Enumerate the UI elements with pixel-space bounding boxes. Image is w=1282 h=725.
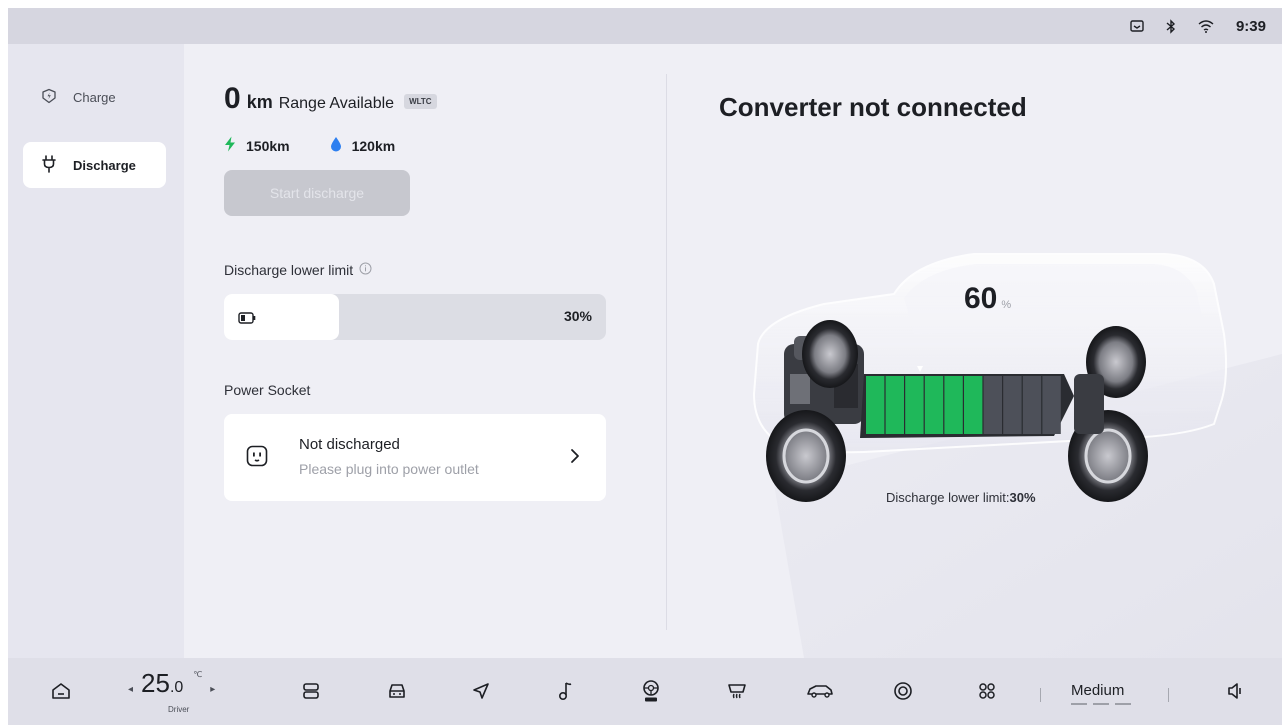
- rear-defrost-icon[interactable]: [724, 676, 750, 706]
- fuel-range: 120km: [351, 137, 396, 154]
- battery-percent-unit: %: [1001, 299, 1012, 311]
- converter-status-title: Converter not connected: [719, 92, 1027, 122]
- car-limit-value: 30%: [1009, 490, 1036, 505]
- dock-separator: [1168, 688, 1169, 702]
- battery-cell-empty: [983, 376, 1002, 434]
- front-wheel: [766, 410, 846, 502]
- car-icon[interactable]: [384, 676, 410, 706]
- screen: 9:39 Charge Discharge 0 km Range Availab…: [8, 8, 1282, 725]
- battery-cell-charged: [905, 376, 924, 434]
- battery-cell-empty: [1022, 376, 1042, 434]
- socket-status-subtitle: Please plug into power outlet: [299, 461, 479, 477]
- home-icon[interactable]: [48, 676, 74, 706]
- vehicle-illustration: [752, 253, 1282, 658]
- camera-icon[interactable]: [890, 676, 916, 706]
- clock: 9:39: [1235, 17, 1266, 35]
- battery-cell-charged: [944, 376, 963, 434]
- wltc-badge: WLTC: [404, 94, 437, 109]
- car-discharge-limit: Discharge lower limit:30%: [886, 490, 1036, 505]
- steering-off-icon[interactable]: [636, 676, 666, 706]
- battery-cell-charged: [964, 376, 983, 434]
- power-socket-label: Power Socket: [224, 382, 311, 398]
- status-bar: 9:39: [8, 8, 1282, 44]
- dock-separator: [1040, 688, 1041, 702]
- car-limit-label: Discharge lower limit:: [886, 490, 1010, 505]
- fan-mode-indicator: [1071, 703, 1135, 705]
- music-icon[interactable]: [552, 676, 578, 706]
- info-icon[interactable]: [359, 262, 372, 278]
- main-panel: 0 km Range Available WLTC 150km 120km St…: [184, 44, 1282, 658]
- temp-down-icon[interactable]: ◂: [128, 684, 133, 695]
- battery-pack: [860, 366, 1074, 438]
- sidebar-item-label: Charge: [73, 89, 116, 105]
- bluetooth-icon[interactable]: [1166, 18, 1176, 34]
- electric-range: 150km: [246, 137, 290, 154]
- battery-percent-value: 60: [964, 282, 998, 315]
- range-unit: km: [246, 92, 273, 112]
- discharge-limit-slider[interactable]: 30%: [224, 294, 606, 340]
- battery-cell-charged: [924, 376, 944, 434]
- navigation-icon[interactable]: [468, 676, 494, 706]
- sidebar-item-label: Discharge: [73, 157, 136, 173]
- chevron-right-icon[interactable]: [570, 448, 580, 469]
- range-summary: 0 km Range Available WLTC: [224, 84, 437, 114]
- socket-icon: [246, 445, 268, 472]
- battery-cell-empty: [1003, 376, 1022, 434]
- power-socket-card[interactable]: Not discharged Please plug into power ou…: [224, 414, 606, 501]
- sidebar-item-discharge[interactable]: Discharge: [23, 142, 166, 188]
- plug-icon: [41, 154, 57, 176]
- seat-icon[interactable]: [298, 676, 324, 706]
- temp-up-icon[interactable]: ▸: [210, 684, 215, 695]
- lightning-icon: [224, 136, 236, 155]
- temperature-unit: ℃: [193, 670, 203, 679]
- range-value: 0: [224, 82, 241, 115]
- battery-cell-charged: [866, 376, 885, 434]
- discharge-limit-heading: Discharge lower limit: [224, 262, 372, 278]
- fan-mode[interactable]: Medium: [1071, 682, 1124, 699]
- temperature-decimal: .0: [169, 679, 184, 696]
- range-label: Range Available: [278, 95, 395, 112]
- sidebar: Charge Discharge: [8, 44, 184, 658]
- message-icon[interactable]: [1130, 20, 1144, 32]
- fuel-drop-icon: [330, 136, 342, 155]
- start-discharge-button[interactable]: Start discharge: [224, 170, 410, 216]
- battery-cell-empty: [1042, 376, 1061, 434]
- range-breakdown: 150km 120km: [224, 136, 425, 155]
- battery-cell-charged: [885, 376, 904, 434]
- wifi-icon[interactable]: [1198, 19, 1214, 33]
- charge-shield-icon: [41, 88, 57, 107]
- apps-icon[interactable]: [974, 676, 1000, 706]
- bottom-dock: ◂ 25.0 ℃ ▸ Driver Medium: [8, 658, 1282, 725]
- temperature-control[interactable]: ◂ 25.0 ℃ ▸ Driver: [128, 670, 215, 714]
- slider-value: 30%: [563, 308, 592, 324]
- sidebar-item-charge[interactable]: Charge: [23, 74, 166, 120]
- temperature-zone-label: Driver: [168, 705, 190, 714]
- volume-icon[interactable]: [1223, 676, 1249, 706]
- car-side-icon[interactable]: [804, 676, 836, 706]
- socket-status-title: Not discharged: [299, 436, 400, 453]
- battery-percentage: 60 %: [964, 282, 1011, 316]
- discharge-limit-label: Discharge lower limit: [224, 262, 354, 278]
- panel-divider: [666, 74, 667, 630]
- front-wheel-top: [802, 320, 858, 388]
- temperature-integer: 25: [141, 668, 170, 698]
- battery-low-icon: [238, 311, 256, 329]
- temperature-value: 25.0: [141, 670, 183, 696]
